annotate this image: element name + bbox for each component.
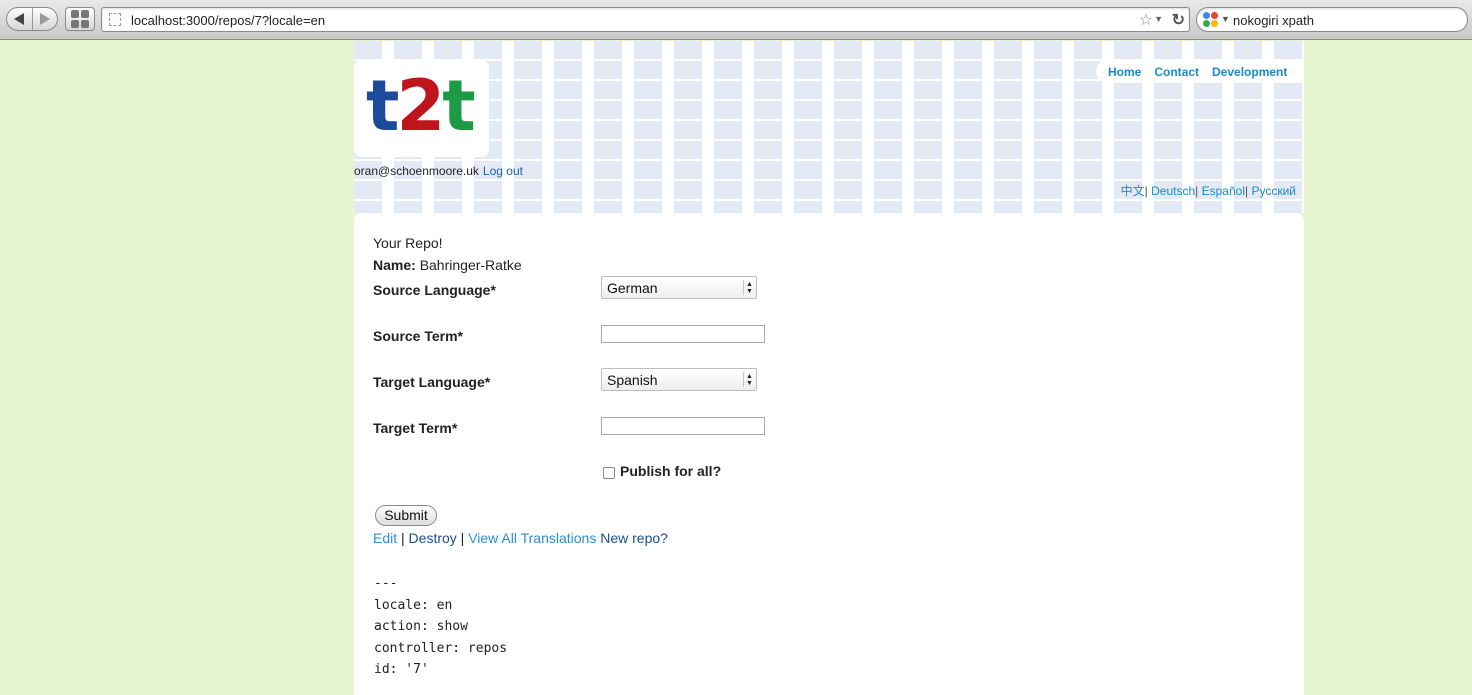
- page-container: t2t oran@schoenmoore.uk Log out Home Cont…: [354, 41, 1304, 695]
- debug-line: id: '7': [374, 662, 429, 677]
- history-dropdown-icon[interactable]: ▼: [1154, 14, 1163, 24]
- logout-link[interactable]: Log out: [483, 164, 523, 178]
- language-switcher: 中文| Deutsch| Español| Русский: [1121, 182, 1296, 199]
- logo-digit-2: 2: [396, 65, 445, 147]
- main-content: Your Repo! Name: Bahringer-Ratke Source …: [354, 213, 1304, 695]
- source-term-label: Source Term*: [373, 328, 463, 344]
- site-header: t2t oran@schoenmoore.uk Log out Home Cont…: [354, 41, 1304, 213]
- destroy-link[interactable]: Destroy: [409, 530, 457, 546]
- forward-button[interactable]: [33, 8, 58, 30]
- lang-chinese[interactable]: 中文: [1121, 184, 1145, 198]
- repo-name-value: Bahringer-Ratke: [419, 257, 522, 273]
- source-language-select[interactable]: German ▲ ▼: [601, 276, 757, 299]
- debug-line: locale: en: [374, 597, 453, 613]
- grid-icon: [70, 9, 90, 29]
- edit-link[interactable]: Edit: [373, 530, 397, 546]
- logo-letter-t-second: t: [442, 65, 476, 147]
- repo-actions: Edit | Destroy | View All Translations N…: [373, 530, 668, 546]
- submit-button[interactable]: Submit: [375, 505, 437, 526]
- search-engine-dropdown-icon[interactable]: ▼: [1221, 14, 1230, 24]
- source-term-input[interactable]: [601, 325, 765, 343]
- repo-name-label: Name:: [373, 257, 416, 273]
- lang-spanish[interactable]: Español: [1202, 184, 1245, 198]
- action-separator: |: [460, 530, 465, 546]
- target-language-label: Target Language*: [373, 374, 491, 390]
- target-language-value: Spanish: [607, 372, 658, 388]
- back-forward-buttons: [6, 7, 58, 31]
- logo[interactable]: t2t: [354, 60, 489, 157]
- lang-russian[interactable]: Русский: [1251, 184, 1296, 198]
- new-repo-link[interactable]: New repo?: [600, 530, 668, 546]
- nav-home[interactable]: Home: [1108, 65, 1141, 79]
- repo-name-row: Name: Bahringer-Ratke: [373, 257, 522, 273]
- nav-development[interactable]: Development: [1212, 65, 1287, 79]
- debug-line: controller: repos: [374, 640, 508, 656]
- debug-line: action: show: [374, 619, 468, 634]
- repo-heading: Your Repo!: [373, 235, 443, 251]
- target-language-select[interactable]: Spanish ▲ ▼: [601, 368, 757, 391]
- top-sites-button[interactable]: [65, 7, 95, 31]
- back-arrow-icon: [14, 13, 25, 25]
- url-text[interactable]: localhost:3000/repos/7?locale=en: [131, 13, 325, 28]
- debug-line: ---: [374, 576, 398, 591]
- target-term-label: Target Term*: [373, 420, 458, 436]
- target-term-input[interactable]: [601, 417, 765, 435]
- nav-contact[interactable]: Contact: [1154, 65, 1199, 79]
- lang-separator: |: [1195, 184, 1199, 198]
- main-nav: Home Contact Development: [1096, 60, 1304, 83]
- forward-arrow-icon: [39, 13, 50, 25]
- reload-icon[interactable]: ↻: [1172, 10, 1185, 30]
- select-arrow-icon: ▲ ▼: [743, 372, 755, 387]
- google-icon: [1203, 12, 1218, 27]
- action-separator: |: [401, 530, 405, 546]
- view-all-translations-link[interactable]: View All Translations: [468, 530, 596, 546]
- publish-label: Publish for all?: [620, 463, 722, 479]
- back-button[interactable]: [7, 8, 33, 30]
- bookmark-star-icon[interactable]: ☆: [1139, 10, 1153, 30]
- search-bar[interactable]: ▼ nokogiri xpath: [1196, 7, 1468, 32]
- browser-toolbar: localhost:3000/repos/7?locale=en ☆ ▼ ↻ ▼…: [0, 0, 1472, 40]
- page-icon: [109, 13, 121, 26]
- publish-checkbox[interactable]: [603, 467, 615, 479]
- search-query[interactable]: nokogiri xpath: [1233, 13, 1314, 28]
- address-bar[interactable]: localhost:3000/repos/7?locale=en ☆ ▼ ↻: [101, 7, 1190, 32]
- select-arrow-icon: ▲ ▼: [743, 280, 755, 295]
- logo-text: t2t: [366, 65, 476, 147]
- source-language-label: Source Language*: [373, 282, 496, 298]
- user-info: oran@schoenmoore.uk Log out: [354, 164, 523, 178]
- lang-separator: |: [1144, 184, 1148, 198]
- logo-letter-t: t: [366, 65, 400, 147]
- lang-german[interactable]: Deutsch: [1151, 184, 1195, 198]
- lang-separator: |: [1245, 184, 1249, 198]
- source-language-value: German: [607, 280, 658, 296]
- debug-params: --- locale: en action: show controller: …: [374, 573, 507, 681]
- user-email: oran@schoenmoore.uk: [354, 164, 479, 178]
